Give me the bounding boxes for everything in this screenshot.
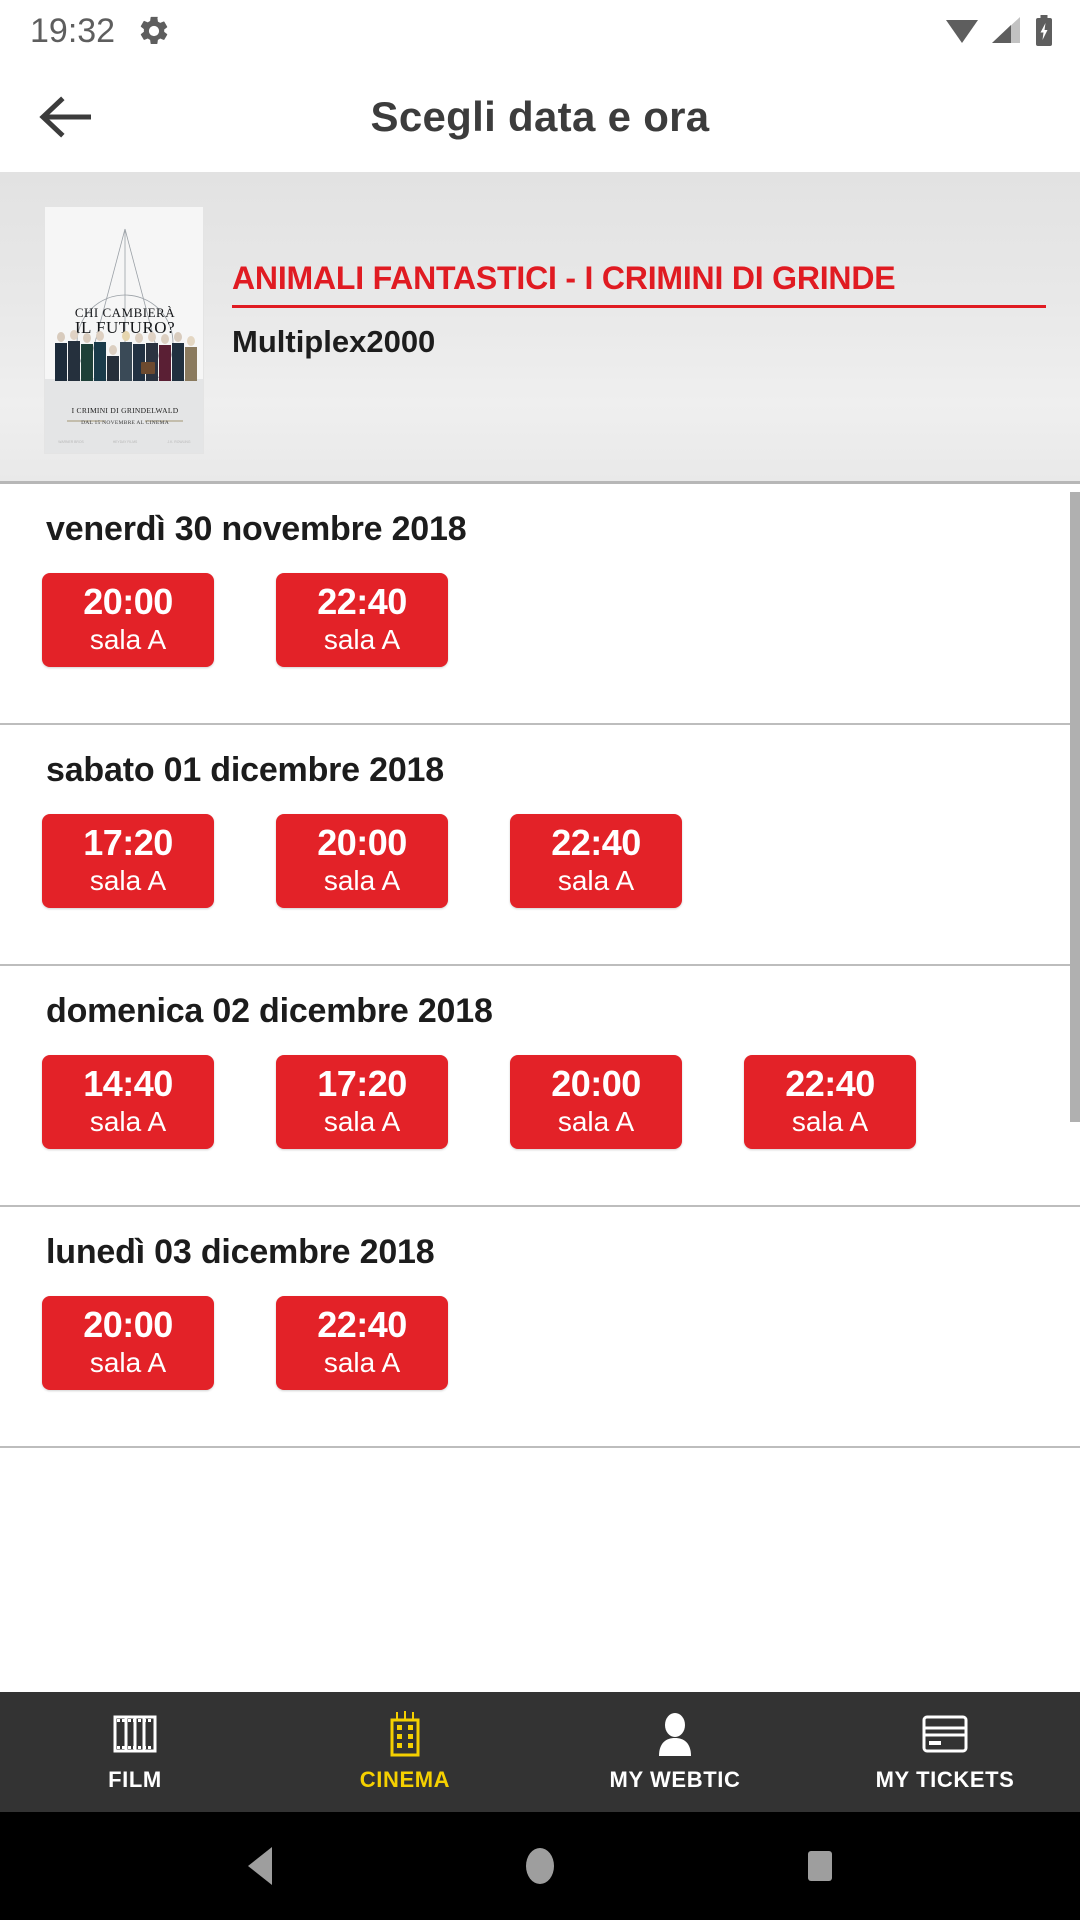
showtime-button[interactable]: 17:20 sala A — [42, 814, 214, 908]
movie-meta: ANIMALI FANTASTICI - I CRIMINI DI GRINDE… — [204, 206, 1056, 360]
svg-text:J.K. ROWLING: J.K. ROWLING — [168, 440, 191, 444]
nav-item-cinema[interactable]: CINEMA — [270, 1692, 540, 1812]
showtime-time: 20:00 — [83, 1304, 173, 1346]
showtime-time: 20:00 — [317, 822, 407, 864]
recents-square-icon — [800, 1843, 840, 1889]
status-left-icons — [137, 14, 171, 48]
back-triangle-icon — [240, 1843, 280, 1889]
date-label: sabato 01 dicembre 2018 — [46, 751, 444, 789]
showtime-hall: sala A — [89, 1106, 167, 1138]
movie-title: ANIMALI FANTASTICI - I CRIMINI DI GRINDE — [232, 260, 896, 296]
nav-item-my-webtic[interactable]: MY WEBTIC — [540, 1692, 810, 1812]
showtime-time: 17:20 — [317, 1063, 407, 1105]
showtime-time: 22:40 — [317, 1304, 407, 1346]
date-label: lunedì 03 dicembre 2018 — [46, 1233, 435, 1271]
showtime-button[interactable]: 22:40 sala A — [744, 1055, 916, 1149]
showtime-hall: sala A — [89, 865, 167, 897]
showtime-hall: sala A — [323, 1347, 401, 1379]
svg-text:DAL 15 NOVEMBRE AL CINEMA: DAL 15 NOVEMBRE AL CINEMA — [81, 420, 169, 426]
movie-header: CHI CAMBIERÀ IL FUTURO? I CRIMINI DI GRI… — [0, 172, 1080, 484]
android-back-button[interactable] — [215, 1812, 305, 1920]
showtime-time: 14:40 — [83, 1063, 173, 1105]
showtime-hall: sala A — [323, 865, 401, 897]
showtime-time: 22:40 — [317, 581, 407, 623]
showtime-time: 17:20 — [83, 822, 173, 864]
movie-title-underline — [232, 304, 1046, 308]
arrow-left-icon — [39, 94, 95, 140]
showtime-button[interactable]: 20:00 sala A — [42, 573, 214, 667]
showtime-time: 22:40 — [785, 1063, 875, 1105]
nav-label: CINEMA — [359, 1767, 451, 1792]
date-group: sabato 01 dicembre 2018 17:20 sala A 20:00 s… — [0, 725, 1080, 966]
showtime-hall: sala A — [89, 1347, 167, 1379]
date-group: lunedì 03 dicembre 2018 20:00 sala A 22:40 s… — [0, 1207, 1080, 1448]
showtime-button[interactable]: 20:00 sala A — [276, 814, 448, 908]
showtime-time: 20:00 — [83, 581, 173, 623]
showtime-hall: sala A — [89, 624, 167, 656]
showtime-row: 20:00 sala A 22:40 sala A — [0, 1296, 1080, 1412]
showtime-time: 20:00 — [551, 1063, 641, 1105]
showtime-hall: sala A — [791, 1106, 869, 1138]
wifi-icon — [944, 16, 980, 46]
showtime-hall: sala A — [323, 624, 401, 656]
film-strip-icon — [112, 1711, 158, 1757]
status-bar: 19:32 — [0, 0, 1080, 62]
showtimes-scroll-area[interactable]: venerdì 30 novembre 2018 20:00 sala A 22:40… — [0, 484, 1080, 1692]
showtime-row: 14:40 sala A 17:20 sala A 20:00 sala A 22:40 sa… — [0, 1055, 1080, 1171]
home-circle-icon — [520, 1843, 560, 1889]
status-right-icons — [944, 15, 1054, 47]
android-home-button[interactable] — [495, 1812, 585, 1920]
poster-artwork: CHI CAMBIERÀ IL FUTURO? I CRIMINI DI GRI… — [45, 207, 203, 453]
showtime-button[interactable]: 22:40 sala A — [510, 814, 682, 908]
nav-item-film[interactable]: FILM — [0, 1692, 270, 1812]
date-label: venerdì 30 novembre 2018 — [46, 510, 467, 548]
credit-card-icon — [922, 1711, 968, 1757]
showtime-hall: sala A — [557, 1106, 635, 1138]
showtime-row: 17:20 sala A 20:00 sala A 22:40 sala A — [0, 814, 1080, 930]
date-group: domenica 02 dicembre 2018 14:40 sala A 17:2… — [0, 966, 1080, 1207]
gear-icon — [137, 14, 171, 48]
showtime-hall: sala A — [323, 1106, 401, 1138]
nav-label: MY TICKETS — [875, 1767, 1015, 1792]
showtime-button[interactable]: 20:00 sala A — [510, 1055, 682, 1149]
app-bar: Scegli data e ora — [0, 62, 1080, 172]
battery-charging-icon — [1034, 15, 1054, 47]
signal-icon — [990, 16, 1024, 46]
svg-text:I CRIMINI DI GRINDELWALD: I CRIMINI DI GRINDELWALD — [72, 406, 179, 415]
scrollbar-thumb[interactable] — [1070, 492, 1080, 1122]
date-group: venerdì 30 novembre 2018 20:00 sala A 22:40… — [0, 484, 1080, 725]
showtime-row: 20:00 sala A 22:40 sala A — [0, 573, 1080, 689]
android-system-nav — [0, 1812, 1080, 1920]
date-label: domenica 02 dicembre 2018 — [46, 992, 493, 1030]
movie-poster: CHI CAMBIERÀ IL FUTURO? I CRIMINI DI GRI… — [44, 206, 204, 454]
page-title: Scegli data e ora — [370, 93, 710, 140]
bottom-navigation: FILM CINEMA MY WEBTIC MY TICKETS — [0, 1692, 1080, 1812]
svg-text:WARNER BROS: WARNER BROS — [58, 440, 84, 444]
showtime-time: 22:40 — [551, 822, 641, 864]
cinema-name: Multiplex2000 — [232, 323, 436, 359]
showtime-button[interactable]: 14:40 sala A — [42, 1055, 214, 1149]
showtime-button[interactable]: 17:20 sala A — [276, 1055, 448, 1149]
nav-item-my-tickets[interactable]: MY TICKETS — [810, 1692, 1080, 1812]
nav-label: MY WEBTIC — [609, 1767, 741, 1792]
app-root: 19:32 Scegli data e ora CHI CAMBIERÀ IL … — [0, 0, 1080, 1920]
building-icon — [384, 1711, 426, 1757]
nav-label: FILM — [108, 1767, 162, 1792]
showtime-button[interactable]: 22:40 sala A — [276, 1296, 448, 1390]
status-clock: 19:32 — [30, 11, 116, 50]
showtime-hall: sala A — [557, 865, 635, 897]
showtime-button[interactable]: 22:40 sala A — [276, 573, 448, 667]
svg-text:HEYDAY FILMS: HEYDAY FILMS — [113, 440, 138, 444]
android-recents-button[interactable] — [775, 1812, 865, 1920]
showtime-groups: venerdì 30 novembre 2018 20:00 sala A 22:40… — [0, 484, 1080, 1448]
scrollbar-track[interactable] — [1070, 484, 1080, 1692]
back-button[interactable] — [12, 62, 122, 172]
person-icon — [655, 1711, 695, 1757]
showtime-button[interactable]: 20:00 sala A — [42, 1296, 214, 1390]
